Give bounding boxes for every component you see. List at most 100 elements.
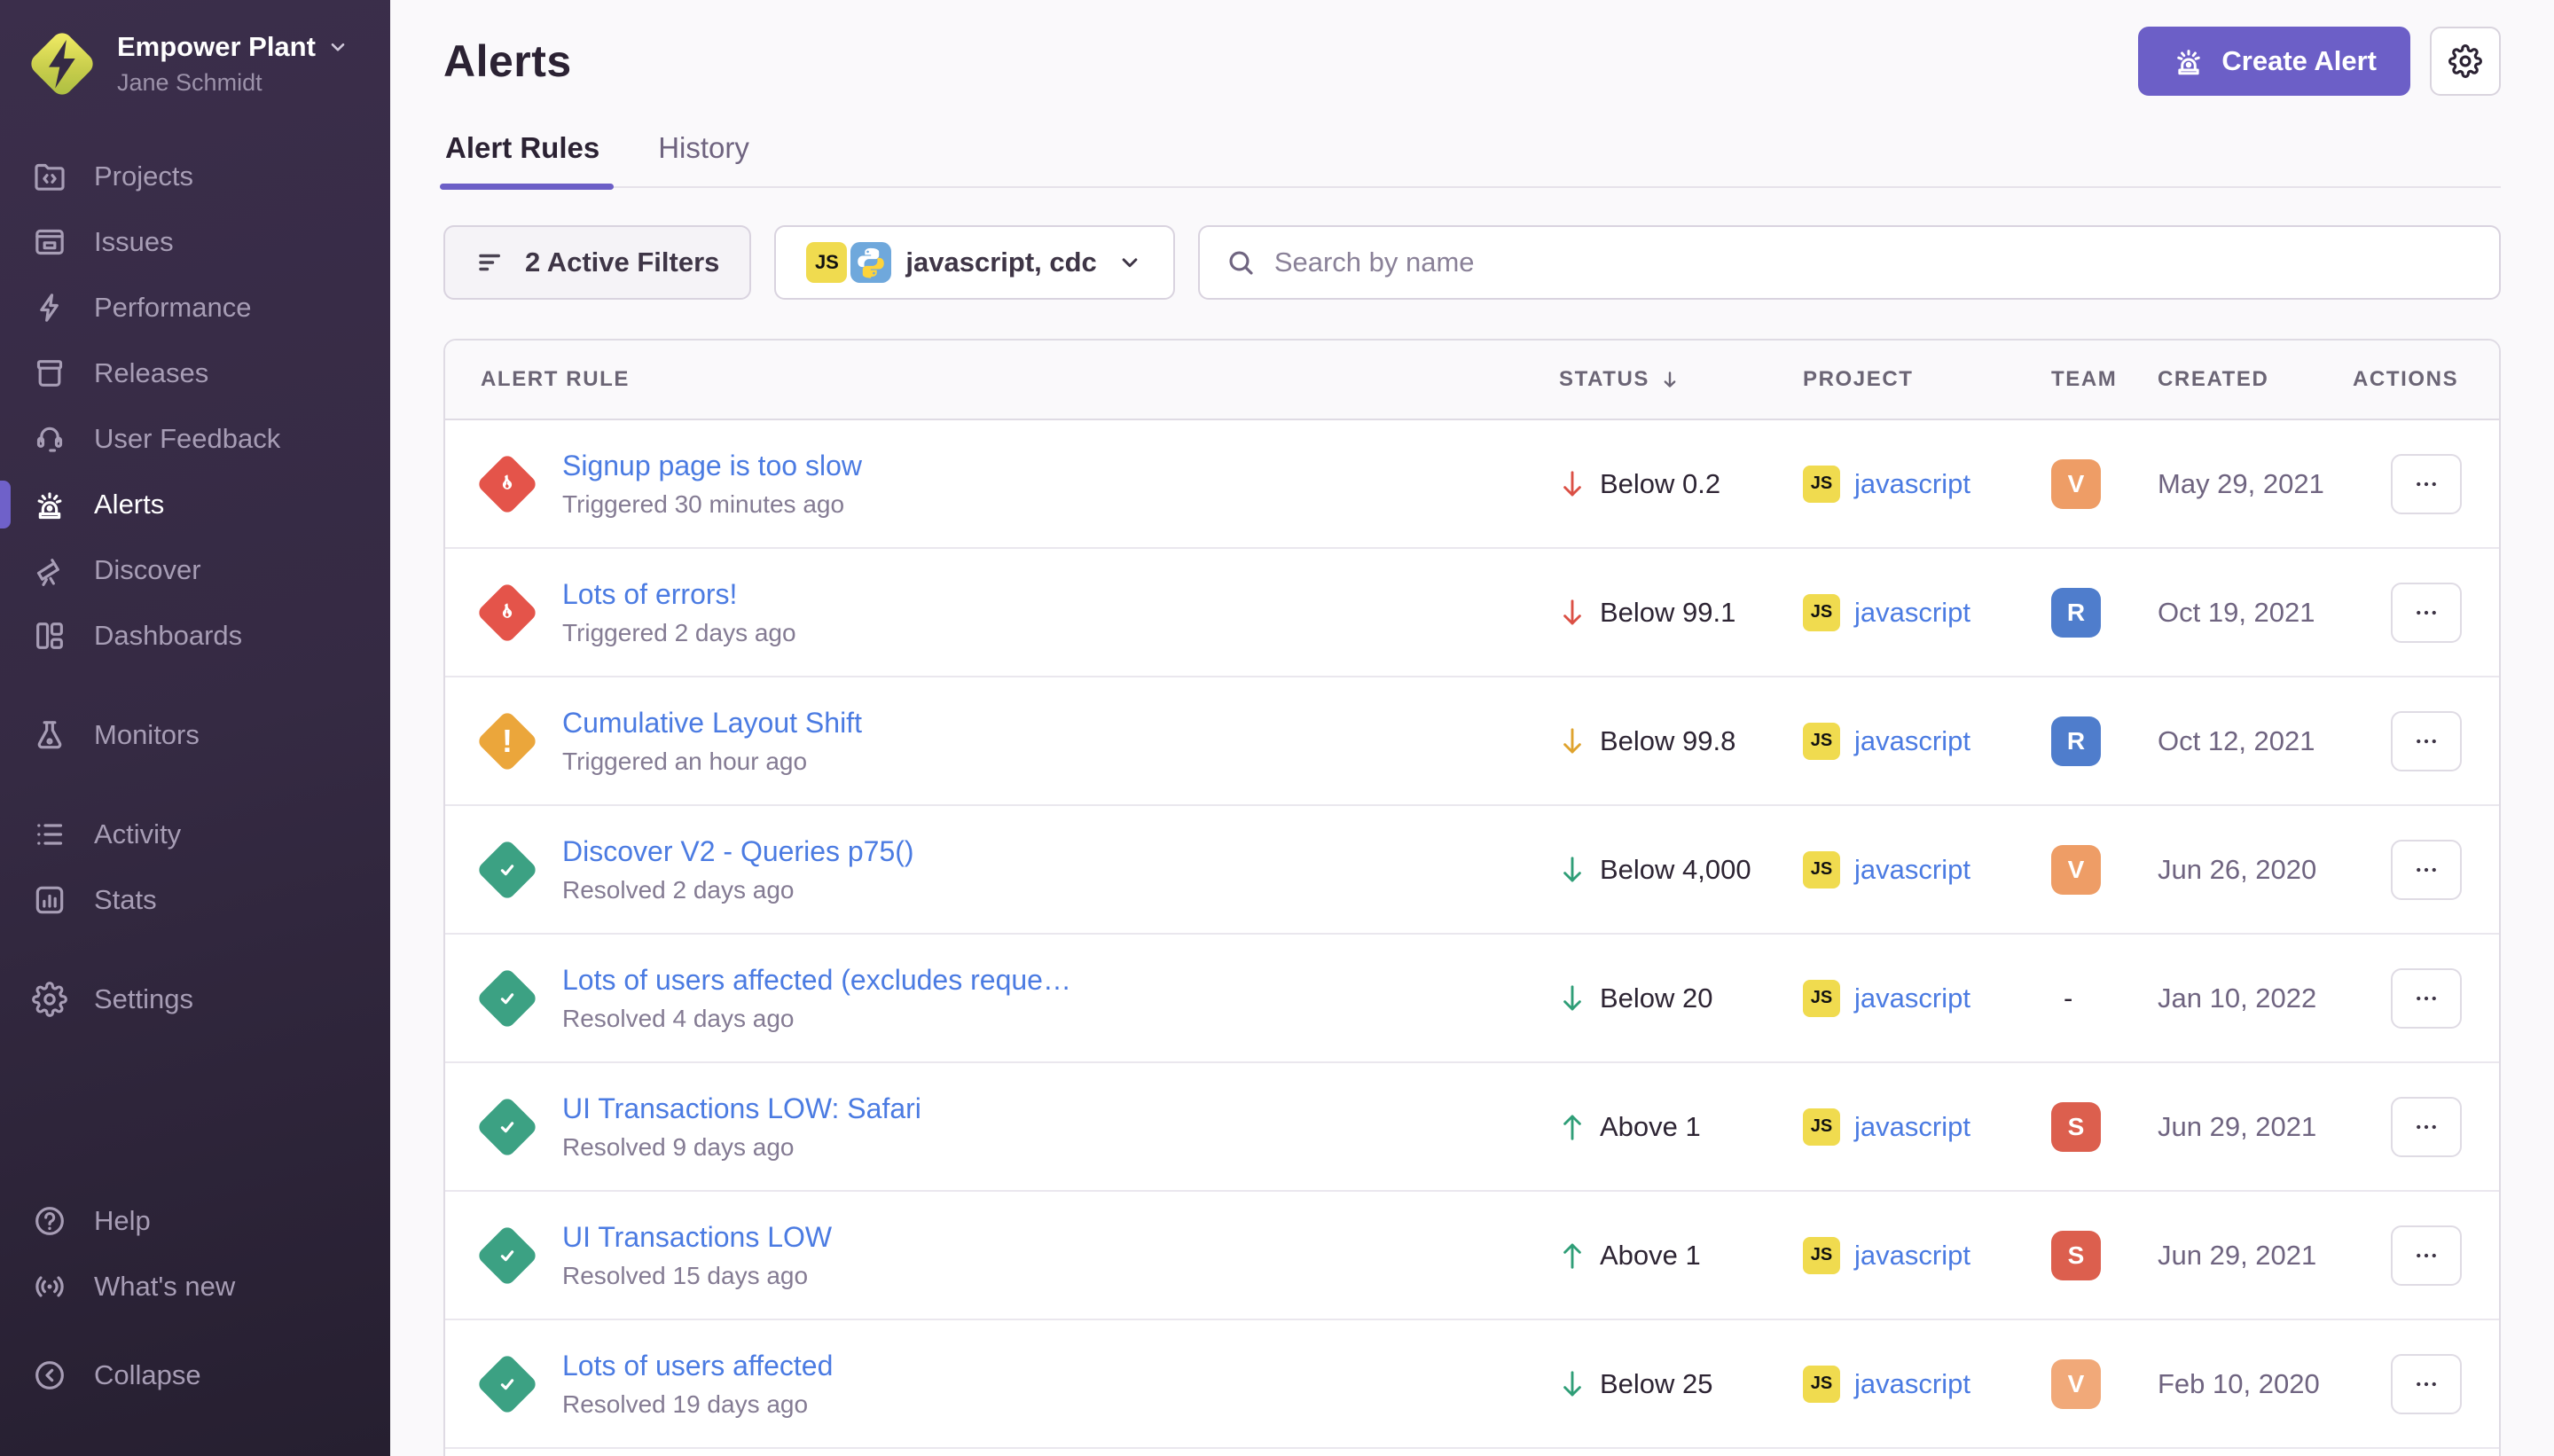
project-link[interactable]: javascript [1854,1240,1970,1272]
sidebar-item-discover[interactable]: Discover [0,537,390,603]
discover-icon [32,552,67,588]
sidebar-item-label: User Feedback [94,423,280,455]
table-header-row: Alert RuleStatusProjectTeamCreatedAction… [445,341,2499,420]
project-cell: JSjavascript [1803,1366,2051,1403]
column-header-label: Alert Rule [481,367,630,392]
sidebar-item-dashboards[interactable]: Dashboards [0,603,390,669]
row-actions-button[interactable] [2391,454,2462,514]
projects-icon [32,159,67,194]
javascript-badge: JS [1803,851,1840,888]
column-header-project: Project [1803,367,2051,392]
alert-rule-subtext: Triggered 30 minutes ago [562,490,862,519]
alert-rule-link[interactable]: Lots of users affected (excludes reque… [562,964,1071,997]
arrow-up-icon [1559,1111,1586,1143]
tab-history[interactable]: History [656,126,751,186]
gear-icon [2448,44,2482,78]
project-link[interactable]: javascript [1854,854,1970,886]
project-selector[interactable]: JS javascript, cdc [774,225,1174,300]
team-cell: R [2051,716,2158,766]
tab-alert-rules[interactable]: Alert Rules [443,126,601,186]
active-filters-button[interactable]: 2 Active Filters [443,225,751,300]
javascript-badge: JS [1803,1108,1840,1146]
sidebar-item-label: Dashboards [94,620,242,652]
monitors-icon [32,717,67,753]
sidebar-item-monitors[interactable]: Monitors [0,702,390,768]
severity-warning-icon: ! [475,709,539,773]
sidebar-item-projects[interactable]: Projects [0,144,390,209]
user-name: Jane Schmidt [117,68,349,97]
team-avatar: V [2051,1359,2101,1409]
sidebar-item-alerts[interactable]: Alerts [0,472,390,537]
sidebar-item-user-feedback[interactable]: User Feedback [0,406,390,472]
table-row: Lots of users affected (excludes reque… R… [445,935,2499,1063]
team-avatar: S [2051,1102,2101,1152]
active-indicator [0,481,11,528]
alert-rule-subtext: Resolved 4 days ago [562,1005,1071,1033]
arrow-down-icon [1559,1368,1586,1400]
project-link[interactable]: javascript [1854,1368,1970,1400]
row-actions-button[interactable] [2391,968,2462,1029]
help-icon [32,1203,67,1239]
table-row: Discover V2 - Queries p75()Resolved 2 da… [445,806,2499,935]
project-cell: JSjavascript [1803,466,2051,503]
severity-critical-icon [475,581,539,645]
sidebar-item-what-s-new[interactable]: What's new [0,1254,390,1319]
performance-icon [32,290,67,325]
project-link[interactable]: javascript [1854,597,1970,629]
project-link[interactable]: javascript [1854,468,1970,500]
severity-critical-icon [475,452,539,516]
sidebar-item-issues[interactable]: Issues [0,209,390,275]
row-actions-button[interactable] [2391,1225,2462,1286]
sidebar-item-stats[interactable]: Stats [0,867,390,933]
alert-rule-link[interactable]: Lots of users affected [562,1350,833,1382]
team-cell: R [2051,588,2158,638]
project-cell: JS javascript [1803,851,2051,888]
column-header-status[interactable]: Status [1559,367,1803,392]
project-link[interactable]: javascript [1854,725,1970,757]
row-actions-button[interactable] [2391,1097,2462,1157]
created-cell: May 29, 2021 [2158,468,2353,500]
team-cell: V [2051,845,2158,895]
alert-rule-link[interactable]: Discover V2 - Queries p75() [562,835,914,868]
project-link[interactable]: javascript [1854,982,1970,1014]
sidebar-item-settings[interactable]: Settings [0,967,390,1032]
sidebar-item-releases[interactable]: Releases [0,341,390,406]
chevron-down-icon [326,35,349,59]
row-actions-button[interactable] [2391,840,2462,900]
create-alert-button[interactable]: Create Alert [2138,27,2410,96]
row-actions-button[interactable] [2391,1354,2462,1414]
severity-resolved-icon [475,1095,539,1159]
sidebar-item-activity[interactable]: Activity [0,802,390,867]
project-cell: JSjavascript [1803,980,2051,1017]
org-switcher[interactable]: Empower Plant Jane Schmidt [0,0,390,106]
severity-resolved-icon [475,1352,539,1416]
team-avatar: R [2051,588,2101,638]
alert-rule-link[interactable]: Cumulative Layout Shift [562,707,862,740]
alert-rule-link[interactable]: Lots of errors! [562,578,796,611]
filter-icon [475,247,507,278]
sidebar-item-label: Monitors [94,719,200,751]
project-link[interactable]: javascript [1854,1111,1970,1143]
row-actions-button[interactable] [2391,711,2462,771]
status-cell: Below 20 [1559,982,1803,1014]
sidebar-item-label: Issues [94,226,174,258]
project-cell: JSjavascript [1803,1237,2051,1274]
status-cell: Below 25 [1559,1368,1803,1400]
sidebar-item-label: Settings [94,983,193,1015]
alert-rule-subtext: Resolved 9 days ago [562,1133,921,1162]
sidebar-item-performance[interactable]: Performance [0,275,390,341]
search-input[interactable] [1274,247,2474,278]
activity-icon [32,817,67,852]
actions-cell [2353,711,2499,771]
alert-rule-link[interactable]: UI Transactions LOW: Safari [562,1092,921,1125]
column-header-created: Created [2158,367,2353,392]
sidebar-item-collapse[interactable]: Collapse [0,1342,390,1408]
row-actions-button[interactable] [2391,583,2462,643]
alert-settings-button[interactable] [2430,27,2501,96]
sidebar-item-help[interactable]: Help [0,1188,390,1254]
alert-rule-link[interactable]: UI Transactions LOW [562,1221,832,1254]
alert-rule-cell: UI Transactions LOWResolved 15 days ago [445,1221,1559,1290]
project-cell: JSjavascript [1803,594,2051,631]
alert-rule-link[interactable]: Signup page is too slow [562,450,862,482]
sidebar-item-label: Alerts [94,489,164,521]
